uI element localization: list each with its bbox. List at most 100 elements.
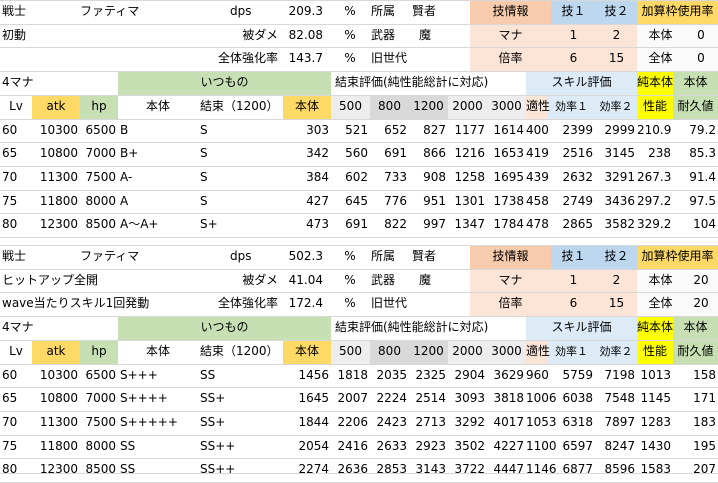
table-cell[interactable]: 3292 — [448, 411, 487, 434]
column-header[interactable]: 効率２ — [595, 340, 637, 363]
table-cell[interactable]: 2054 — [283, 435, 331, 458]
table-cell[interactable]: 419 — [526, 142, 549, 165]
table-cell[interactable]: 7897 — [595, 411, 637, 434]
table-cell[interactable]: 951 — [409, 190, 448, 213]
affiliation-value[interactable]: 賢者 — [410, 245, 460, 268]
column-header[interactable]: 3000 — [487, 95, 526, 118]
table-cell[interactable]: 3145 — [595, 142, 637, 165]
column-header[interactable]: 効率１ — [548, 340, 595, 363]
table-cell[interactable]: 1818 — [331, 364, 370, 387]
table-cell[interactable]: 6500 — [80, 119, 118, 142]
mana-2[interactable]: 2 — [596, 269, 637, 292]
table-cell[interactable]: 2007 — [331, 387, 370, 410]
table-cell[interactable]: 6038 — [548, 387, 595, 410]
table-cell[interactable]: SS — [118, 458, 198, 481]
table-cell[interactable]: 1053 — [526, 411, 557, 434]
table-cell[interactable]: 2633 — [370, 435, 409, 458]
affiliation-value[interactable]: 賢者 — [410, 0, 460, 23]
mana-1[interactable]: 1 — [551, 24, 596, 47]
boost-value[interactable]: 143.7 — [283, 47, 325, 70]
table-cell[interactable]: 2399 — [548, 119, 595, 142]
table-cell[interactable]: 12300 — [32, 458, 80, 481]
table-cell[interactable]: 6597 — [548, 435, 595, 458]
table-cell[interactable]: 2035 — [370, 364, 409, 387]
table-cell[interactable]: SS — [198, 364, 283, 387]
bind-eval-header[interactable]: 結束評価(純性能総計に対応) — [333, 316, 533, 339]
table-cell[interactable]: 10300 — [32, 364, 80, 387]
table-cell[interactable]: 65 — [0, 142, 32, 165]
table-cell[interactable]: 195 — [673, 435, 718, 458]
table-cell[interactable]: 75 — [0, 190, 32, 213]
weapon-value[interactable]: 魔 — [417, 269, 457, 292]
table-cell[interactable]: 4227 — [487, 435, 526, 458]
table-cell[interactable]: SS++ — [198, 458, 283, 481]
pure-body-header[interactable]: 純本体 — [637, 316, 673, 339]
taken-value[interactable]: 41.04 — [283, 269, 325, 292]
table-cell[interactable]: 303 — [283, 119, 331, 142]
table-cell[interactable]: 2636 — [331, 458, 370, 481]
multiplier-2[interactable]: 15 — [596, 47, 637, 70]
table-cell[interactable]: 3582 — [595, 213, 637, 236]
table-cell[interactable]: 866 — [409, 142, 448, 165]
boost-value[interactable]: 172.4 — [283, 292, 325, 315]
table-cell[interactable]: 60 — [0, 119, 32, 142]
table-cell[interactable]: 2865 — [548, 213, 595, 236]
table-cell[interactable]: 2423 — [370, 411, 409, 434]
column-header[interactable]: 2000 — [448, 340, 487, 363]
dps-unit[interactable]: % — [330, 245, 370, 268]
table-cell[interactable]: 1784 — [487, 213, 526, 236]
slot-body-label[interactable]: 本体 — [637, 269, 684, 292]
mana-section-label[interactable]: 4マナ — [0, 71, 70, 94]
table-cell[interactable]: 602 — [331, 166, 370, 189]
table-cell[interactable]: SS++ — [198, 435, 283, 458]
slot-total-value[interactable]: 20 — [684, 292, 718, 315]
skill-2-header[interactable]: 技２ — [596, 245, 637, 268]
column-header[interactable]: 500 — [331, 340, 370, 363]
usual-header[interactable]: いつもの — [118, 316, 331, 339]
table-cell[interactable]: 238 — [637, 142, 673, 165]
table-cell[interactable]: B — [118, 119, 198, 142]
table-cell[interactable]: 5759 — [548, 364, 595, 387]
table-cell[interactable]: 2325 — [409, 364, 448, 387]
table-cell[interactable]: 7000 — [80, 142, 118, 165]
table-cell[interactable]: 1645 — [283, 387, 331, 410]
sub2-cell[interactable] — [0, 47, 200, 70]
table-cell[interactable]: 10300 — [32, 119, 80, 142]
table-cell[interactable]: 80 — [0, 458, 32, 481]
table-cell[interactable]: 65 — [0, 387, 32, 410]
boost-label[interactable]: 全体強化率 — [200, 47, 280, 70]
weapon-label[interactable]: 武器 — [369, 24, 409, 47]
pure-body-header[interactable]: 純本体 — [637, 71, 673, 94]
table-cell[interactable]: S++++ — [118, 387, 198, 410]
table-cell[interactable]: 207 — [673, 458, 718, 481]
mana-1[interactable]: 1 — [551, 269, 596, 292]
table-cell[interactable]: 478 — [526, 213, 549, 236]
table-cell[interactable]: 183 — [673, 411, 718, 434]
column-header[interactable]: 本体 — [118, 95, 198, 118]
sub1-cell[interactable]: ヒットアップ全開 — [0, 269, 200, 292]
generation-label[interactable]: 旧世代 — [369, 47, 429, 70]
table-cell[interactable]: 908 — [409, 166, 448, 189]
column-header[interactable]: 1200 — [409, 340, 448, 363]
column-header[interactable]: 適性 — [526, 340, 550, 363]
name-cell[interactable]: ファティマ — [78, 245, 188, 268]
table-cell[interactable]: 2274 — [283, 458, 331, 481]
taken-label[interactable]: 被ダメ — [200, 269, 280, 292]
table-cell[interactable]: 2923 — [409, 435, 448, 458]
skill-1-header[interactable]: 技１ — [551, 245, 596, 268]
column-header[interactable]: 本体 — [283, 95, 331, 118]
multiplier-1[interactable]: 6 — [551, 47, 596, 70]
column-header[interactable]: 2000 — [448, 95, 487, 118]
table-cell[interactable]: 1844 — [283, 411, 331, 434]
table-cell[interactable]: 2853 — [370, 458, 409, 481]
table-cell[interactable]: 70 — [0, 411, 32, 434]
table-cell[interactable]: 8000 — [80, 435, 118, 458]
usual-header[interactable]: いつもの — [118, 71, 331, 94]
dps-value[interactable]: 209.3 — [283, 0, 325, 23]
table-cell[interactable]: 645 — [331, 190, 370, 213]
column-header[interactable]: atk — [32, 95, 80, 118]
table-cell[interactable]: 329.2 — [637, 213, 673, 236]
table-cell[interactable]: 10800 — [32, 387, 80, 410]
dps-unit[interactable]: % — [330, 0, 370, 23]
table-cell[interactable]: 1258 — [448, 166, 487, 189]
